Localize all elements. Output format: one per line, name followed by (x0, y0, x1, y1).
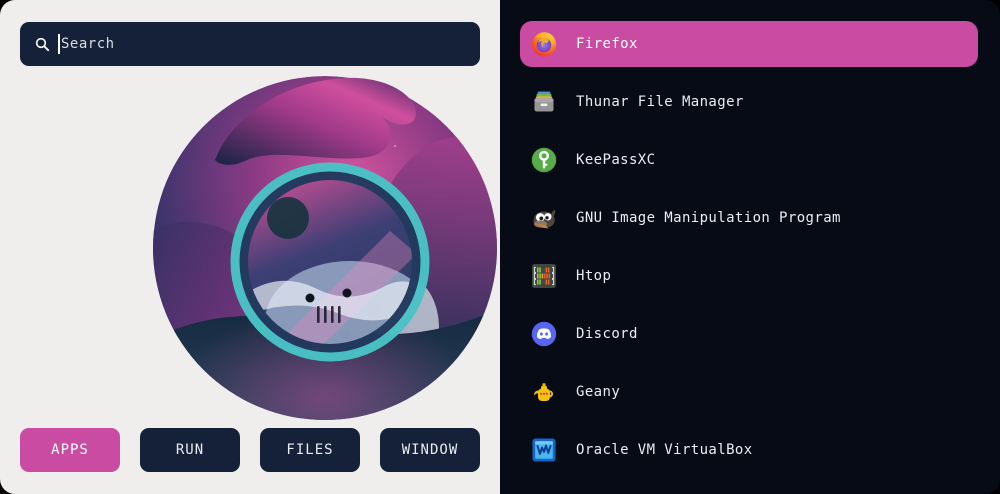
mode-button-label: RUN (176, 442, 204, 458)
app-item-thunar-file-manager[interactable]: Thunar File Manager (520, 79, 978, 125)
app-item-label: Thunar File Manager (576, 94, 744, 110)
app-item-label: GNU Image Manipulation Program (576, 210, 841, 226)
search-bar[interactable] (20, 22, 480, 66)
launcher-window: APPS RUN FILES WINDOW Firefox Thunar Fil… (0, 0, 1000, 494)
mode-button-files[interactable]: FILES (260, 428, 360, 472)
thunar-icon (530, 88, 558, 116)
app-item-keepassxc[interactable]: KeePassXC (520, 137, 978, 183)
search-icon (34, 36, 51, 53)
app-item-label: Oracle VM VirtualBox (576, 442, 753, 458)
left-pane: APPS RUN FILES WINDOW (0, 0, 500, 494)
app-list: Firefox Thunar File Manager KeePassXC GN… (500, 0, 1000, 494)
mode-button-window[interactable]: WINDOW (380, 428, 480, 472)
mode-buttons: APPS RUN FILES WINDOW (20, 428, 480, 472)
search-input[interactable] (59, 35, 466, 53)
app-item-geany[interactable]: Geany (520, 369, 978, 415)
mode-button-label: WINDOW (402, 442, 459, 458)
app-item-oracle-vm-virtualbox[interactable]: Oracle VM VirtualBox (520, 427, 978, 473)
app-item-label: KeePassXC (576, 152, 655, 168)
mode-button-apps[interactable]: APPS (20, 428, 120, 472)
app-item-firefox[interactable]: Firefox (520, 21, 978, 67)
virtualbox-icon (530, 436, 558, 464)
app-item-label: Geany (576, 384, 620, 400)
app-item-discord[interactable]: Discord (520, 311, 978, 357)
mode-button-label: APPS (51, 442, 89, 458)
firefox-icon (530, 30, 558, 58)
app-item-gnu-image-manipulation-program[interactable]: GNU Image Manipulation Program (520, 195, 978, 241)
app-item-label: Firefox (576, 36, 638, 52)
text-cursor (58, 34, 60, 54)
app-item-label: Discord (576, 326, 638, 342)
app-item-label: Htop (576, 268, 611, 284)
app-item-htop[interactable]: Htop (520, 253, 978, 299)
htop-icon (530, 262, 558, 290)
mode-button-label: FILES (286, 442, 333, 458)
mode-button-run[interactable]: RUN (140, 428, 240, 472)
gimp-icon (530, 204, 558, 232)
geany-icon (530, 378, 558, 406)
discord-icon (530, 320, 558, 348)
astronaut-illustration (145, 66, 505, 422)
keepassxc-icon (530, 146, 558, 174)
